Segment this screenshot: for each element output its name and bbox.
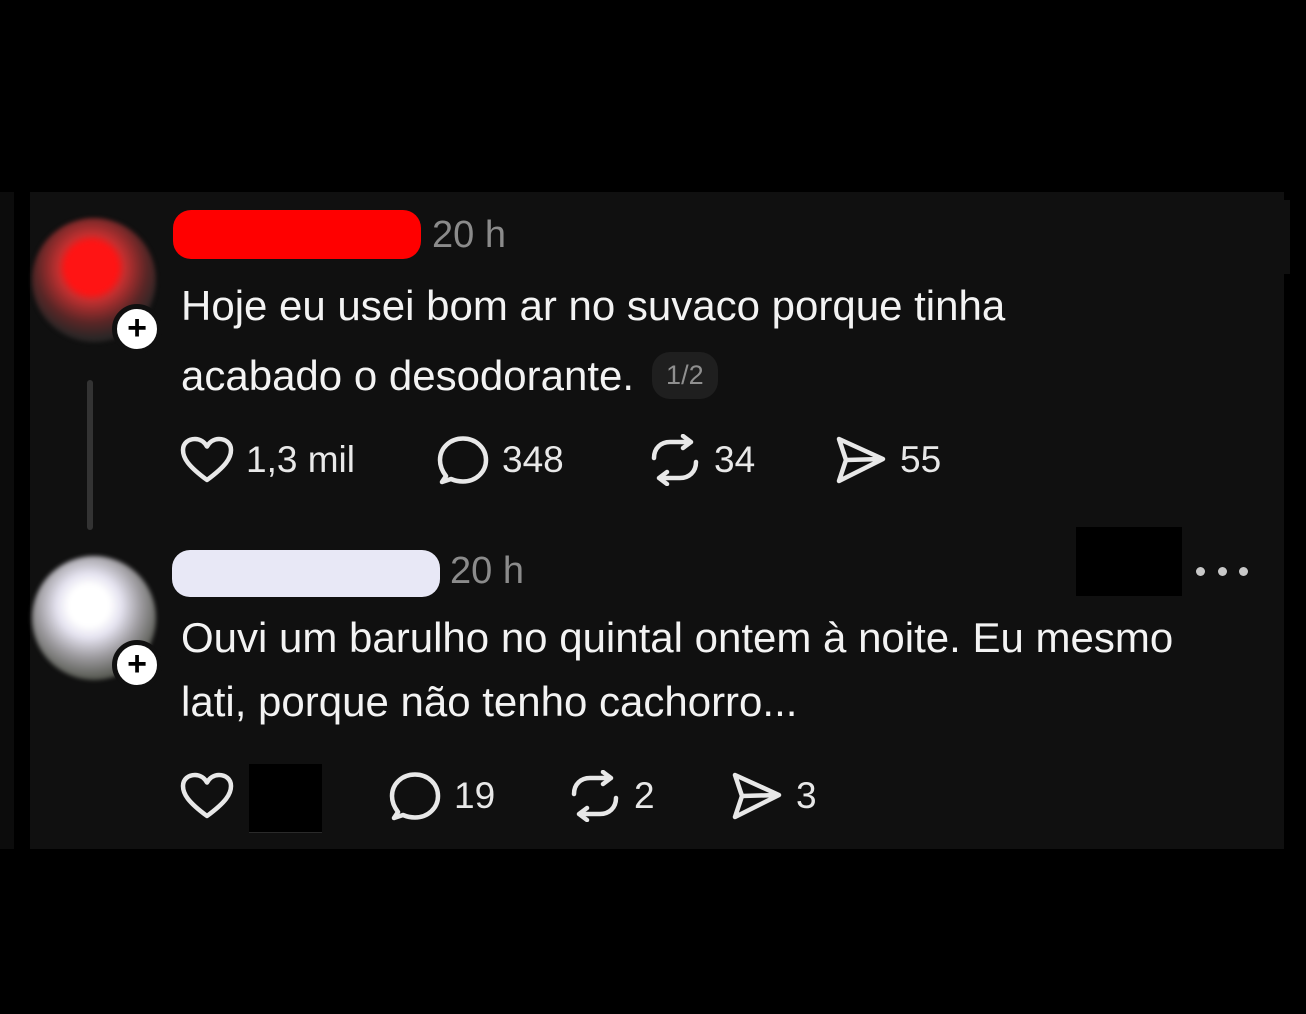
repost-arrows-icon (571, 770, 619, 822)
post-1-follow-plus-icon[interactable]: + (112, 304, 162, 354)
right-edge-tab (1284, 200, 1290, 274)
post-1-reply-count: 348 (502, 439, 564, 480)
post-2-share-button[interactable]: 3 (730, 770, 817, 822)
post-1-like-count: 1,3 mil (246, 439, 355, 480)
post-2-text: Ouvi um barulho no quintal ontem à noite… (181, 614, 1174, 725)
post-1-username-redaction (173, 210, 421, 259)
left-edge-strip (0, 192, 14, 849)
post-1-like-button[interactable]: 1,3 mil (180, 434, 355, 486)
post-2-redaction-box (1076, 527, 1182, 596)
speech-bubble-icon (437, 436, 489, 485)
post-2-username-redaction (172, 550, 440, 597)
post-2-repost-count: 2 (634, 775, 655, 816)
repost-arrows-icon (651, 434, 699, 486)
post-1-page-indicator[interactable]: 1/2 (652, 352, 718, 399)
more-dots-icon[interactable] (1196, 560, 1248, 582)
post-1-repost-count: 34 (714, 439, 756, 480)
thread-connector-line (87, 380, 93, 530)
post-1-text-content: Hoje eu usei bom ar no suvaco porque tin… (181, 282, 1006, 399)
post-2-reply-button[interactable]: 19 (388, 770, 495, 822)
send-icon (732, 772, 782, 820)
post-2-like-button[interactable] (180, 770, 234, 822)
post-2-reply-count: 19 (454, 775, 496, 816)
post-1-repost-button[interactable]: 34 (648, 434, 755, 486)
post-1-text: Hoje eu usei bom ar no suvaco porque tin… (181, 271, 1141, 411)
send-icon (836, 436, 886, 484)
post-2-follow-plus-icon[interactable]: + (112, 640, 162, 690)
post-2-share-count: 3 (796, 775, 817, 816)
post-2-timestamp: 20 h (450, 550, 524, 592)
heart-icon (180, 436, 234, 483)
post-1-reply-button[interactable]: 348 (436, 434, 564, 486)
post-1-share-count: 55 (900, 439, 942, 480)
heart-icon (180, 772, 234, 819)
post-2-like-count-redaction (249, 764, 322, 833)
more-dot (1217, 566, 1227, 576)
post-1-share-button[interactable]: 55 (834, 434, 941, 486)
post-2-repost-button[interactable]: 2 (568, 770, 655, 822)
more-dot (1239, 566, 1248, 576)
more-dot (1196, 566, 1205, 576)
speech-bubble-icon (389, 772, 441, 821)
post-1-timestamp: 20 h (432, 214, 506, 256)
screenshot-stage: + 20 h Hoje eu usei bom ar no suvaco por… (0, 0, 1306, 1014)
